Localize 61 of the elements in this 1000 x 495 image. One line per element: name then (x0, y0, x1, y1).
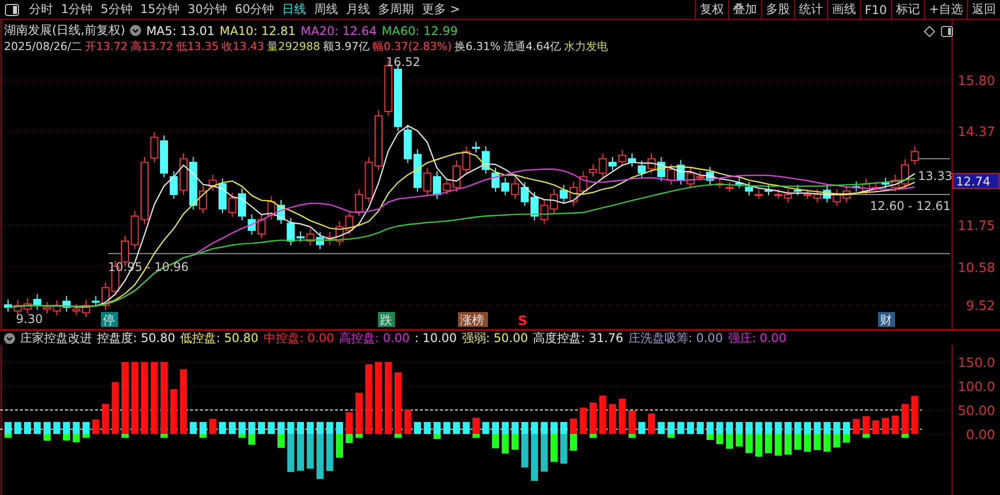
quote-field: 低13.35 (176, 39, 219, 54)
moving-average-value: MA60: 12.99 (382, 24, 458, 38)
event-badge[interactable]: 财 (878, 312, 895, 327)
moving-average-value: MA20: 12.64 (300, 24, 377, 38)
period-tab[interactable]: 多周期 (374, 1, 418, 18)
quote-field: 量292988 (267, 39, 320, 54)
indicator-name: 庄家控盘改进 (20, 330, 92, 346)
moving-average-value: MA5: 13.01 (146, 24, 215, 38)
quote-field: 换6.31% (454, 39, 501, 54)
indicator-value: 高控盘: 0.00 (339, 330, 410, 346)
event-letter[interactable]: S (518, 314, 528, 329)
indicator-value: 强庄: 0.00 (728, 330, 786, 346)
price-axis-label: 14.37 (958, 125, 995, 140)
quote-field: 收13.43 (222, 39, 264, 54)
indicator-value: 高度控盘: 31.76 (533, 330, 624, 346)
indicator-value: 庄洗盘吸筹: 0.00 (628, 330, 723, 346)
period-tab[interactable]: 日线 (278, 1, 310, 18)
panel-toggle-icon[interactable] (941, 26, 953, 37)
period-tab[interactable]: 5分钟 (96, 1, 136, 18)
quote-field: 开13.72 (85, 39, 128, 54)
indicator-value: : 10.00 (414, 331, 457, 345)
price-axis-label: 10.58 (958, 260, 995, 276)
period-tab[interactable]: 15分钟 (136, 1, 184, 18)
stock-title: 湖南发展(日线,前复权) (4, 22, 126, 39)
period-tab[interactable]: 更多 > (418, 1, 464, 18)
quote-field: 水力发电 (564, 39, 608, 54)
current-price-tag: 12.74 (952, 173, 1000, 190)
price-annotation: 13.33 (918, 169, 952, 183)
indicator-value: 低控盘: 50.80 (180, 330, 258, 346)
indicator-axis-label: 0.00 (966, 428, 995, 443)
event-badge[interactable]: 停 (101, 312, 118, 327)
period-tab[interactable]: 分时 (25, 1, 57, 18)
quote-field: 幅0.37(2.83%) (372, 39, 452, 54)
price-axis-label: 9.52 (966, 298, 995, 314)
price-axis-label: 11.75 (958, 219, 995, 234)
panel-toggle-icon[interactable] (5, 4, 19, 16)
price-axis-label: 15.80 (958, 74, 995, 89)
period-tab[interactable]: 月线 (342, 1, 374, 18)
period-tab[interactable]: 周线 (310, 1, 342, 18)
indicator-value: 控盘度: 50.80 (97, 330, 176, 346)
dropdown-icon[interactable] (130, 25, 142, 36)
event-badge[interactable]: 跌 (378, 312, 395, 327)
indicator-axis-label: 50.00 (958, 404, 995, 419)
quote-field: 额3.97亿 (323, 39, 370, 54)
quote-date: 2025/08/26/二 (4, 39, 82, 54)
period-tab[interactable]: 30分钟 (184, 1, 231, 18)
indicator-axis-label: 150.0 (958, 356, 995, 371)
dropdown-icon[interactable] (4, 332, 15, 344)
indicator-value: 中控盘: 0.00 (263, 330, 334, 346)
price-annotation: 9.30 (16, 312, 43, 326)
diamond-icon[interactable] (924, 26, 935, 37)
indicator-axis-label: 100.0 (958, 380, 995, 395)
period-tab[interactable]: 60分钟 (230, 1, 278, 18)
moving-average-value: MA10: 12.81 (220, 24, 296, 38)
price-annotation: 16.52 (386, 55, 420, 69)
quote-field: 高13.72 (130, 39, 174, 54)
price-annotation: 12.60 - 12.61 (870, 199, 951, 213)
event-badge[interactable]: 涨榜 (458, 312, 488, 327)
indicator-value: 强弱: 50.00 (462, 330, 528, 346)
quote-field: 流通4.64亿 (504, 39, 562, 54)
period-tab[interactable]: 1分钟 (57, 1, 97, 18)
